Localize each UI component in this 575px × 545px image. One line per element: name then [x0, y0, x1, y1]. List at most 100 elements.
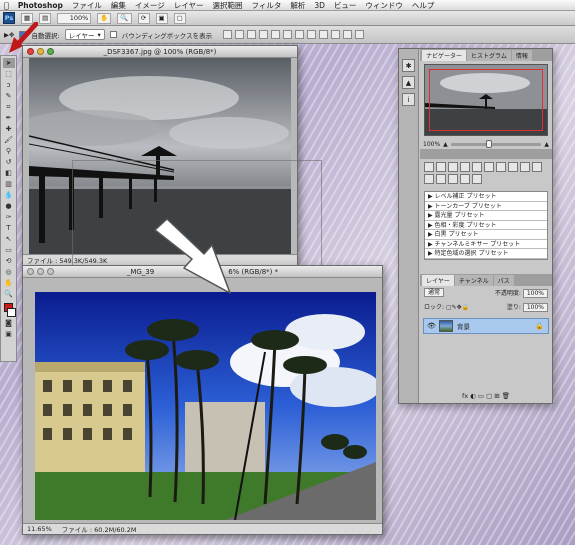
zoom-tool-icon[interactable]: 🔍: [117, 12, 132, 24]
black-white-icon[interactable]: [508, 162, 518, 172]
photo-filter-icon[interactable]: [520, 162, 530, 172]
screen-mode-icon[interactable]: ▢: [173, 12, 186, 24]
posterize-icon[interactable]: [436, 174, 446, 184]
shape-tool-icon[interactable]: ▭: [3, 245, 15, 255]
gradient-map-icon[interactable]: [460, 174, 470, 184]
layer-footer-icons[interactable]: fx ◐ ▭ ▢ ⊞ 🗑: [420, 392, 552, 400]
hand-tool-icon[interactable]: ✋: [3, 278, 15, 288]
fill-field[interactable]: 100%: [522, 302, 548, 312]
tab-paths[interactable]: パス: [493, 274, 514, 286]
move-tool-icon[interactable]: ➤: [2, 58, 15, 68]
navigator-panel-icon[interactable]: ✱: [402, 59, 415, 72]
3d-rotate-tool-icon[interactable]: ⟲: [3, 256, 15, 266]
background-color-swatch[interactable]: [7, 308, 16, 317]
align-bottom-icon[interactable]: [247, 30, 257, 39]
list-item[interactable]: ▶ トーンカーブ プリセット: [425, 202, 547, 211]
distribute-bottom-icon[interactable]: [319, 30, 329, 39]
align-left-icon[interactable]: [259, 30, 269, 39]
opacity-field[interactable]: 100%: [522, 288, 548, 298]
hue-saturation-icon[interactable]: [484, 162, 494, 172]
navigator-zoom-value[interactable]: 100%: [423, 141, 440, 148]
navigator-zoom-slider-knob[interactable]: [485, 139, 492, 148]
hand-tool-icon[interactable]: ✋: [97, 12, 112, 24]
brush-tool-icon[interactable]: 🖌: [3, 135, 15, 145]
histogram-panel-icon[interactable]: ▲: [402, 76, 415, 89]
quick-mask-icon[interactable]: ◙: [3, 318, 15, 328]
list-item[interactable]: ▶ 色相・彩度 プリセット: [425, 221, 547, 230]
eraser-tool-icon[interactable]: ◧: [3, 168, 15, 178]
menu-layer[interactable]: レイヤー: [174, 0, 204, 11]
list-item[interactable]: ▶ 露光量 プリセット: [425, 211, 547, 221]
eye-icon[interactable]: 👁: [427, 322, 436, 330]
document-canvas[interactable]: [23, 278, 382, 523]
path-select-tool-icon[interactable]: ↖: [3, 234, 15, 244]
rotate-view-icon[interactable]: ⟳: [137, 12, 150, 24]
history-brush-tool-icon[interactable]: ↺: [3, 157, 15, 167]
menu-window[interactable]: ウィンドウ: [365, 0, 403, 11]
quick-select-tool-icon[interactable]: ✎: [3, 91, 15, 101]
distribute-right-icon[interactable]: [355, 30, 365, 39]
navigator-zoom-slider[interactable]: [450, 139, 542, 148]
menu-edit[interactable]: 編集: [111, 0, 126, 11]
selective-color-icon[interactable]: [472, 174, 482, 184]
menu-file[interactable]: ファイル: [72, 0, 102, 11]
list-item[interactable]: ▶ 白黒 プリセット: [425, 230, 547, 240]
document-zoom-field[interactable]: 11.65%: [27, 525, 52, 533]
align-right-icon[interactable]: [283, 30, 293, 39]
list-item[interactable]: ▶ チャンネルミキサー プリセット: [425, 240, 547, 249]
list-item[interactable]: ▶ 特定色域の選択 プリセット: [425, 249, 547, 259]
tab-channels[interactable]: チャンネル: [454, 274, 493, 286]
auto-select-dropdown[interactable]: レイヤー ▾: [64, 29, 105, 40]
pen-tool-icon[interactable]: ✑: [3, 212, 15, 222]
blur-tool-icon[interactable]: 💧: [3, 190, 15, 200]
close-window-icon[interactable]: [27, 48, 34, 55]
tab-layers[interactable]: レイヤー: [422, 274, 454, 286]
tab-info[interactable]: 情報: [511, 50, 532, 61]
eyedropper-tool-icon[interactable]: ✒: [3, 113, 15, 123]
align-hcenter-icon[interactable]: [271, 30, 281, 39]
lock-icons[interactable]: ▢✎✥🔒: [446, 304, 469, 311]
align-vcenter-icon[interactable]: [235, 30, 245, 39]
threshold-icon[interactable]: [448, 174, 458, 184]
tab-navigator[interactable]: ナビゲーター: [422, 50, 467, 61]
zoom-in-icon[interactable]: ▲: [544, 141, 549, 148]
zoom-out-icon[interactable]: ▲: [443, 141, 448, 148]
type-tool-icon[interactable]: T: [3, 223, 15, 233]
menu-filter[interactable]: フィルタ: [252, 0, 282, 11]
invert-icon[interactable]: [424, 174, 434, 184]
list-item[interactable]: ▶ レベル補正 プリセット: [425, 192, 547, 202]
vibrance-icon[interactable]: [472, 162, 482, 172]
navigator-preview[interactable]: [424, 64, 548, 136]
3d-orbit-tool-icon[interactable]: ◎: [3, 267, 15, 277]
levels-icon[interactable]: [436, 162, 446, 172]
distribute-vcenter-icon[interactable]: [307, 30, 317, 39]
info-panel-icon[interactable]: i: [402, 93, 415, 106]
distribute-left-icon[interactable]: [331, 30, 341, 39]
blend-mode-dropdown[interactable]: 通常: [424, 287, 445, 297]
layer-row-background[interactable]: 👁 背景 🔒: [423, 317, 549, 334]
minimize-window-icon[interactable]: [37, 48, 44, 55]
clone-stamp-tool-icon[interactable]: ⚲: [3, 146, 15, 156]
zoom-window-icon[interactable]: [47, 268, 54, 275]
apple-menu-icon[interactable]: : [4, 1, 9, 10]
gradient-tool-icon[interactable]: ▥: [3, 179, 15, 189]
document-title-bar[interactable]: _DSF3367.jpg @ 100% (RGB/8*): [23, 46, 297, 58]
zoom-window-icon[interactable]: [47, 48, 54, 55]
distribute-top-icon[interactable]: [295, 30, 305, 39]
zoom-tool-icon[interactable]: 🔍: [3, 289, 15, 299]
crop-tool-icon[interactable]: ⌗: [3, 102, 15, 112]
zoom-level-field[interactable]: 100%: [57, 12, 92, 24]
document-window-mg39[interactable]: _MG_39 6% (RGB/8*) * 11.65% ファイル: 60.2M…: [22, 265, 383, 535]
arrange-documents-icon[interactable]: ▣: [155, 12, 168, 24]
app-menu[interactable]: Photoshop: [18, 1, 63, 10]
exposure-icon[interactable]: [460, 162, 470, 172]
minimize-window-icon[interactable]: [37, 268, 44, 275]
tab-histogram[interactable]: ヒストグラム: [467, 50, 511, 61]
menu-help[interactable]: ヘルプ: [412, 0, 435, 11]
lasso-tool-icon[interactable]: ↄ: [3, 80, 15, 90]
curves-icon[interactable]: [448, 162, 458, 172]
view-extras-button[interactable]: ▤: [39, 12, 52, 24]
channel-mixer-icon[interactable]: [532, 162, 542, 172]
navigator-view-frame[interactable]: [429, 69, 543, 131]
distribute-hcenter-icon[interactable]: [343, 30, 353, 39]
